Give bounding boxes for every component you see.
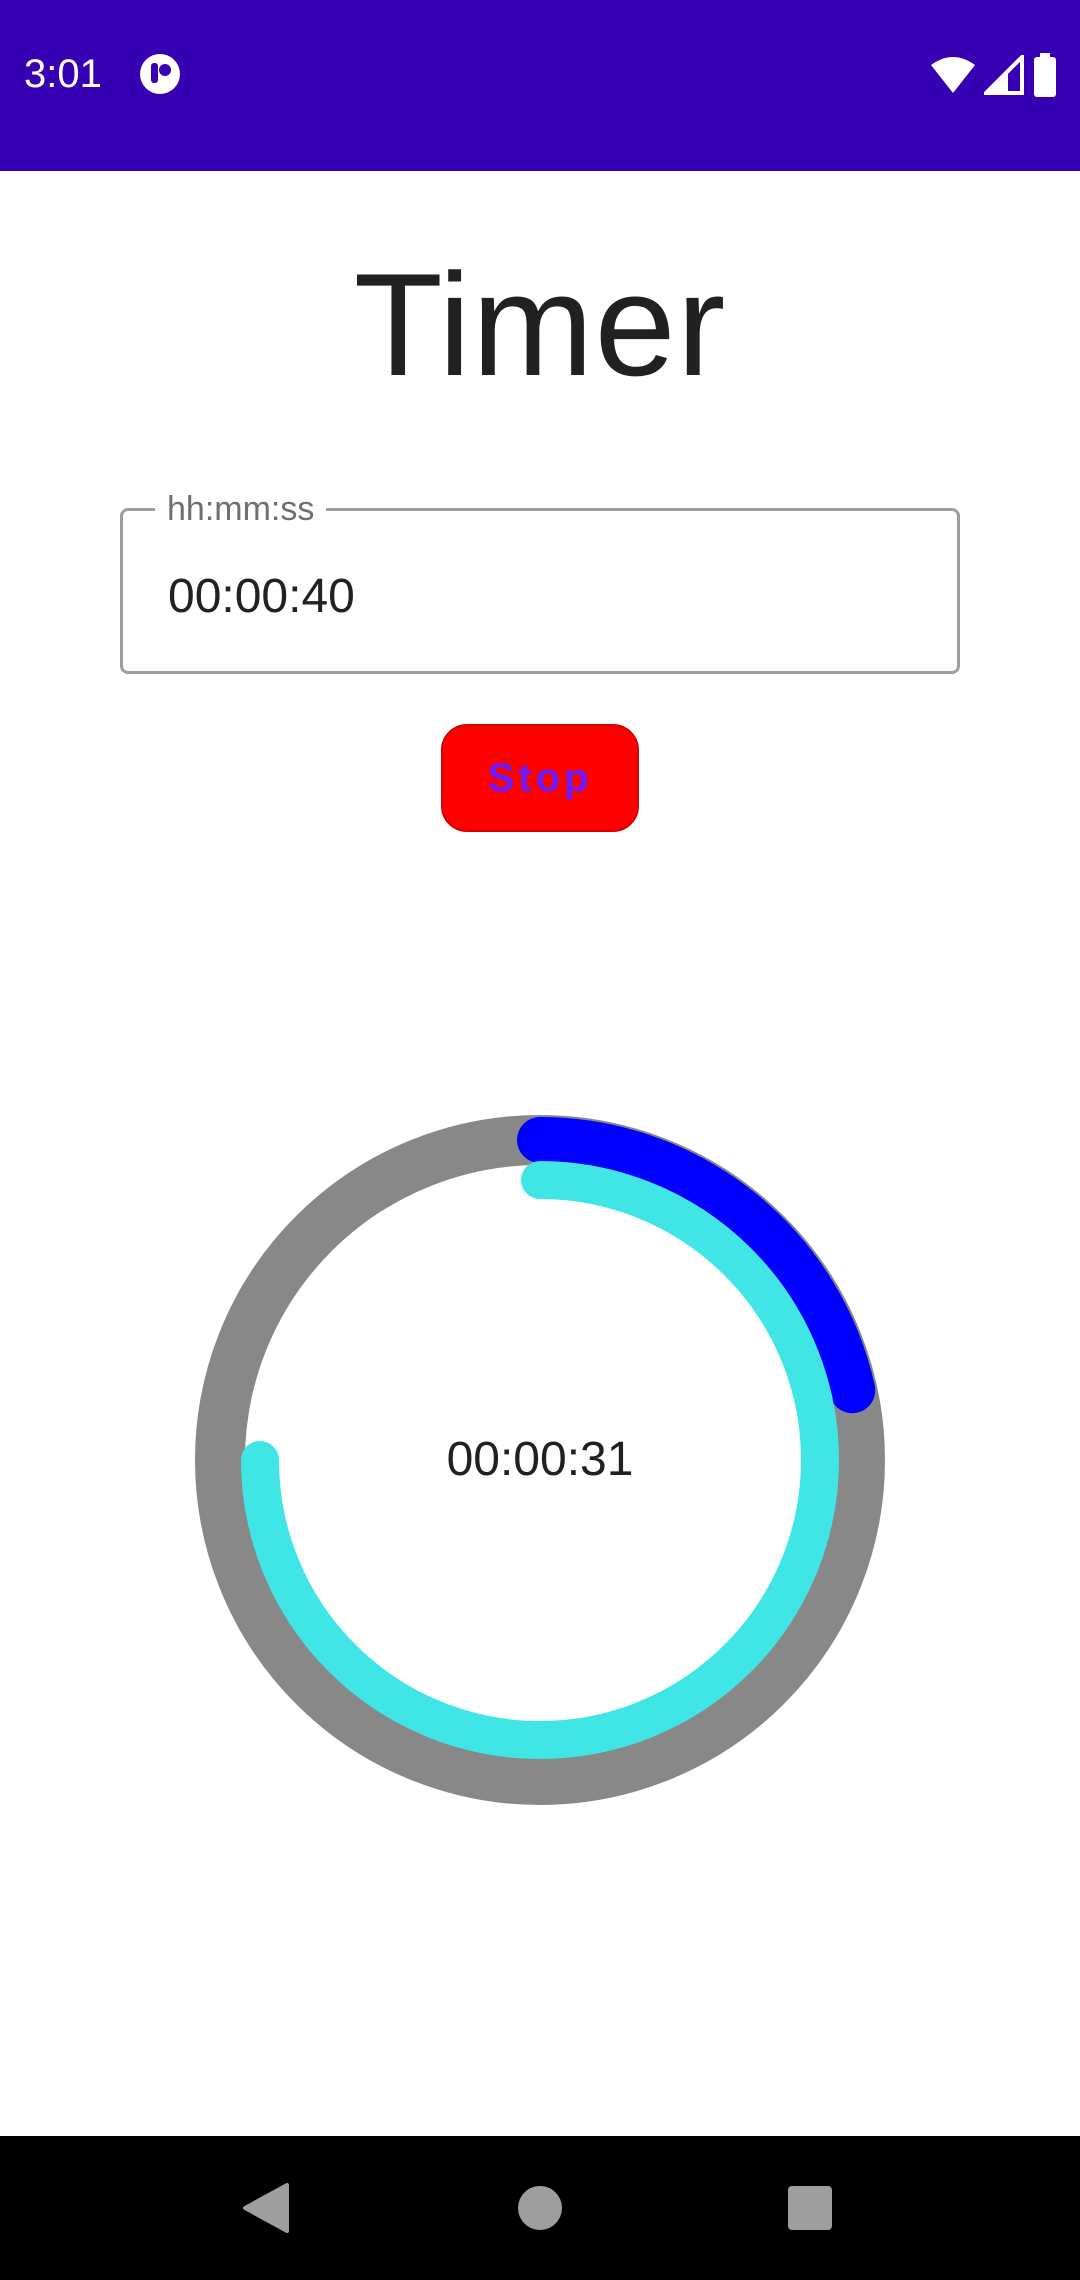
time-input[interactable]	[168, 561, 928, 631]
status-icons	[930, 52, 1058, 98]
status-bar: 3:01	[0, 0, 1080, 171]
status-time: 3:01	[24, 52, 102, 96]
back-triangle-icon	[243, 2183, 289, 2233]
battery-icon	[1034, 53, 1056, 97]
progress-arc-outer	[517, 1117, 876, 1414]
wifi-icon	[931, 57, 975, 93]
recents-button[interactable]	[770, 2168, 850, 2248]
remaining-time-text: 00:00:31	[446, 1433, 634, 1486]
timer-screen: 3:01 Timer hh:mm:ss Stop	[0, 0, 1080, 2280]
navigation-bar	[0, 2136, 1080, 2280]
back-button[interactable]	[226, 2168, 306, 2248]
stop-button[interactable]: Stop	[441, 724, 639, 832]
time-input-label: hh:mm:ss	[155, 489, 327, 529]
page-title: Timer	[353, 243, 727, 406]
cell-signal-icon	[984, 55, 1024, 95]
notification-app-icon	[140, 54, 180, 94]
home-circle-icon	[518, 2186, 562, 2230]
recents-square-icon	[788, 2186, 832, 2230]
home-button[interactable]	[500, 2168, 580, 2248]
time-input-field[interactable]: hh:mm:ss	[120, 489, 960, 674]
